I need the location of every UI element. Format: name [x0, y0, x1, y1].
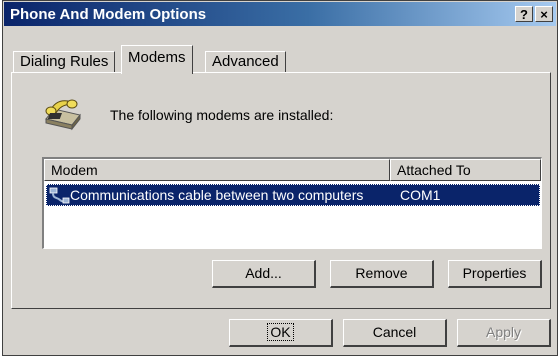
list-item[interactable]: Communications cable between two compute… — [46, 184, 540, 206]
add-button[interactable]: Add... — [212, 260, 316, 288]
remove-button[interactable]: Remove — [330, 260, 434, 288]
tab-modems[interactable]: Modems — [121, 45, 193, 74]
ok-label: OK — [267, 323, 294, 341]
column-header-attached-to[interactable]: Attached To — [390, 159, 541, 181]
cancel-button[interactable]: Cancel — [343, 319, 447, 347]
intro-text: The following modems are installed: — [110, 107, 334, 123]
list-header: Modem Attached To — [44, 159, 541, 181]
tab-dialing-rules[interactable]: Dialing Rules — [13, 51, 116, 73]
column-header-modem[interactable]: Modem — [44, 159, 390, 181]
help-button[interactable]: ? — [515, 6, 533, 22]
serial-cable-icon — [49, 187, 70, 204]
modem-name: Communications cable between two compute… — [70, 187, 364, 203]
properties-button[interactable]: Properties — [448, 260, 542, 288]
dialog-window: Phone And Modem Options ? × Dialing Rule… — [2, 0, 558, 356]
title-bar[interactable]: Phone And Modem Options ? × — [4, 2, 556, 26]
modems-panel: The following modems are installed: Mode… — [11, 72, 551, 309]
tab-advanced[interactable]: Advanced — [205, 51, 286, 73]
ok-button[interactable]: OK — [229, 319, 333, 347]
close-button[interactable]: × — [535, 6, 553, 22]
modem-port: COM1 — [400, 187, 441, 203]
window-title: Phone And Modem Options — [10, 5, 207, 23]
telephone-modem-icon — [45, 99, 81, 131]
modem-list[interactable]: Modem Attached To Communications cable b… — [42, 157, 542, 249]
apply-button[interactable]: Apply — [457, 319, 551, 347]
